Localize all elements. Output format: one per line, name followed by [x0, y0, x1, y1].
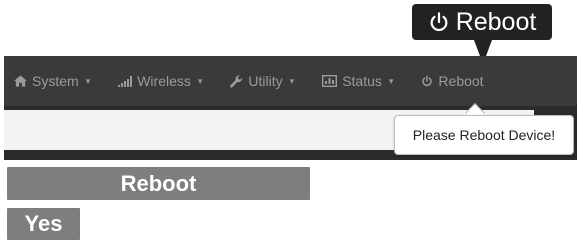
nav-item-label: Reboot — [438, 73, 484, 89]
popover-message: Please Reboot Device! — [412, 127, 556, 143]
signal-bars-icon — [118, 75, 133, 87]
top-navbar: System ▾ Wireless ▾ Utility ▾ Status ▾ R… — [4, 56, 577, 106]
reboot-step-label: Reboot — [7, 167, 310, 200]
reboot-popover: Please Reboot Device! — [394, 115, 574, 155]
nav-item-label: Status — [342, 73, 382, 89]
chevron-down-icon: ▾ — [289, 75, 295, 86]
nav-item-system[interactable]: System ▾ — [14, 73, 90, 89]
yes-step-text: Yes — [24, 211, 63, 236]
nav-item-label: System — [32, 73, 79, 89]
reboot-callout: Reboot — [412, 4, 552, 40]
nav-item-wireless[interactable]: Wireless ▾ — [118, 73, 202, 89]
power-icon — [428, 11, 450, 33]
power-icon — [421, 75, 433, 87]
chevron-down-icon: ▾ — [85, 75, 91, 86]
nav-item-label: Utility — [248, 73, 283, 89]
bar-chart-icon — [322, 75, 338, 87]
reboot-instruction-figure: Reboot System ▾ Wireless ▾ Utility ▾ Sta… — [0, 0, 577, 241]
nav-item-status[interactable]: Status ▾ — [322, 73, 393, 89]
wrench-icon — [230, 74, 243, 88]
chevron-down-icon: ▾ — [388, 75, 394, 86]
nav-item-label: Wireless — [137, 73, 191, 89]
yes-step-label: Yes — [7, 208, 80, 240]
nav-item-utility[interactable]: Utility ▾ — [230, 73, 294, 89]
callout-label: Reboot — [455, 7, 537, 36]
chevron-down-icon: ▾ — [197, 75, 203, 86]
nav-item-reboot[interactable]: Reboot — [421, 73, 484, 89]
reboot-step-text: Reboot — [120, 170, 197, 196]
home-icon — [14, 75, 27, 87]
